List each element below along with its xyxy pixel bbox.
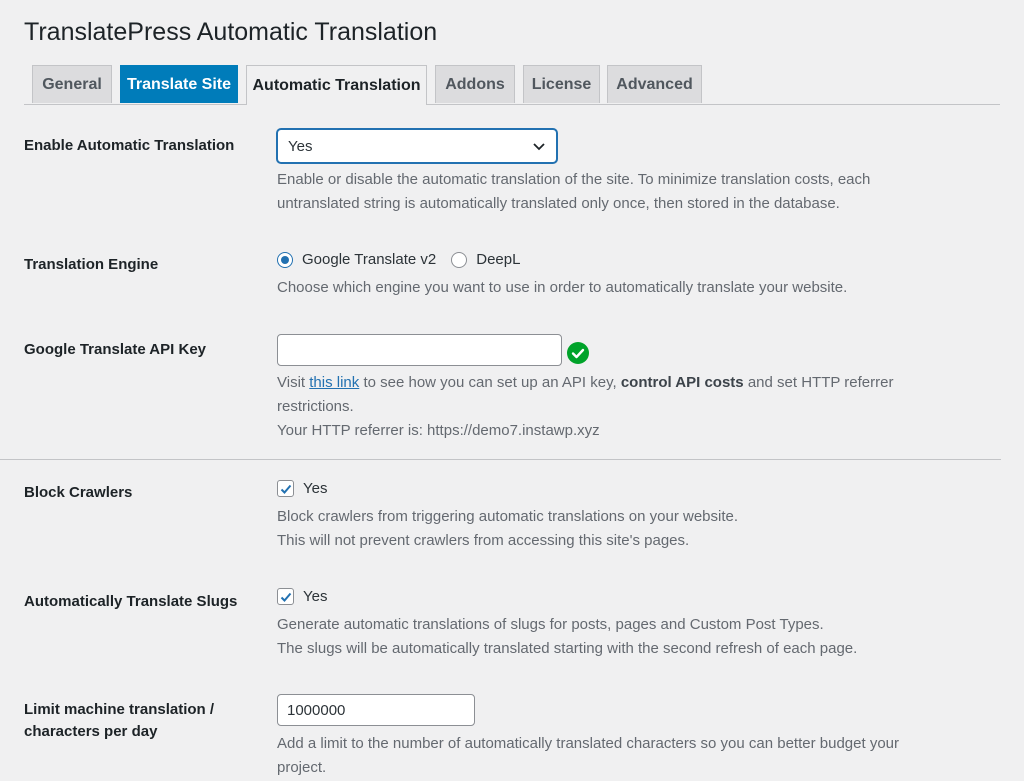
- tab-general[interactable]: General: [32, 65, 112, 103]
- settings-tabs: General Translate Site Automatic Transla…: [24, 65, 1000, 105]
- radio-deepl-label: DeepL: [476, 251, 521, 268]
- engine-radio-group: Google Translate v2 DeepL: [277, 251, 520, 268]
- radio-deepl[interactable]: [451, 251, 468, 268]
- enable-auto-value: Yes: [288, 137, 313, 155]
- translate-slugs-description: Generate automatic translations of slugs…: [277, 616, 858, 657]
- limit-input[interactable]: 1000000: [277, 694, 475, 726]
- engine-label: Translation Engine: [24, 256, 159, 273]
- tab-automatic-translation[interactable]: Automatic Translation: [246, 65, 427, 105]
- tab-license[interactable]: License: [523, 65, 600, 103]
- checkmark-icon: [280, 592, 291, 602]
- translate-slugs-option: Yes: [277, 588, 327, 605]
- radio-google-label: Google Translate v2: [302, 251, 437, 268]
- page-title: TranslatePress Automatic Translation: [24, 18, 438, 46]
- block-crawlers-checkbox[interactable]: [277, 480, 294, 497]
- api-key-label: Google Translate API Key: [24, 341, 206, 358]
- tab-advanced[interactable]: Advanced: [607, 65, 702, 103]
- http-referrer-text: Your HTTP referrer is: https://demo7.ins…: [277, 422, 600, 439]
- radio-google-translate[interactable]: [277, 251, 293, 268]
- chevron-down-icon: [533, 143, 545, 151]
- engine-description: Choose which engine you want to use in o…: [277, 279, 848, 296]
- limit-description: Add a limit to the number of automatical…: [277, 735, 900, 776]
- enable-auto-description: Enable or disable the automatic translat…: [277, 171, 871, 212]
- limit-label: Limit machine translation / characters p…: [24, 701, 215, 740]
- translate-slugs-checkbox[interactable]: [277, 588, 294, 605]
- block-crawlers-label: Block Crawlers: [24, 484, 133, 501]
- translate-slugs-checkbox-label: Yes: [303, 588, 328, 605]
- block-crawlers-checkbox-label: Yes: [303, 480, 328, 497]
- api-key-input[interactable]: [277, 334, 562, 366]
- block-crawlers-option: Yes: [277, 480, 327, 497]
- tab-addons[interactable]: Addons: [435, 65, 515, 103]
- tab-translate-site[interactable]: Translate Site: [120, 65, 238, 103]
- section-divider: [0, 459, 1001, 460]
- check-circle-icon: [567, 342, 589, 364]
- translate-slugs-label: Automatically Translate Slugs: [24, 593, 238, 610]
- enable-auto-select[interactable]: Yes: [277, 129, 557, 163]
- api-key-help-link[interactable]: this link: [309, 374, 359, 391]
- api-key-description: Visit this link to see how you can set u…: [277, 371, 957, 443]
- checkmark-icon: [280, 484, 291, 494]
- enable-auto-label: Enable Automatic Translation: [24, 137, 235, 154]
- block-crawlers-description: Block crawlers from triggering automatic…: [277, 508, 739, 549]
